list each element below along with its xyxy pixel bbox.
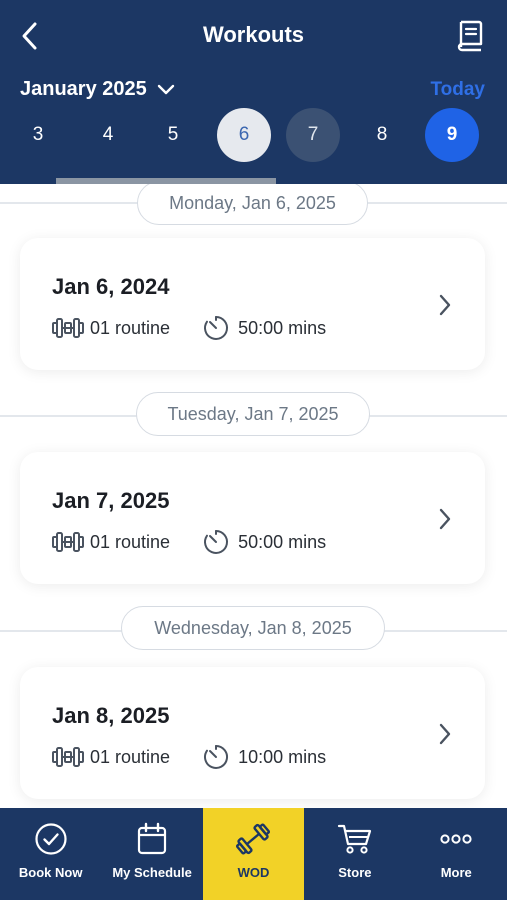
workout-card[interactable]: Jan 7, 2025 01 routine 50:00 mins [20,452,485,584]
cart-icon [336,820,374,858]
date-header-pill: Tuesday, Jan 7, 2025 [136,392,370,436]
day-9-today[interactable]: 9 [425,108,479,162]
bottom-nav: Book Now My Schedule WOD Store More [0,808,507,900]
routine-count: 01 routine [90,317,171,338]
today-button[interactable]: Today [430,79,485,101]
nav-label: Store [338,865,372,880]
page-title: Workouts [202,22,305,47]
day-5[interactable]: 5 [146,108,200,162]
nav-more[interactable]: More [406,808,507,900]
nav-store[interactable]: Store [304,808,405,900]
nav-label: My Schedule [112,865,192,880]
dumbbell-icon [52,315,86,341]
dumbbell-icon [234,820,272,858]
calendar-icon [133,820,171,858]
workout-date: Jan 6, 2024 [52,274,170,299]
timer-icon [202,528,232,556]
routine-count: 01 routine [90,746,171,767]
nav-label: WOD [237,865,270,880]
chevron-down-icon [157,84,174,94]
chevron-right-icon [435,292,455,318]
chevron-right-icon [435,721,455,747]
day-4[interactable]: 4 [81,108,135,162]
nav-my-schedule[interactable]: My Schedule [101,808,202,900]
app-header: Workouts January 2025 Today 3 4 5 6 7 8 … [0,0,507,184]
duration: 50:00 mins [238,317,327,338]
nav-book-now[interactable]: Book Now [0,808,101,900]
day-3[interactable]: 3 [11,108,65,162]
timer-icon [202,314,232,342]
workout-date: Jan 7, 2025 [52,488,170,513]
date-header-pill: Wednesday, Jan 8, 2025 [121,606,385,650]
workout-card[interactable]: Jan 6, 2024 01 routine 50:00 mins [20,238,485,370]
dumbbell-icon [52,529,86,555]
workout-date: Jan 8, 2025 [52,703,170,728]
chevron-right-icon [435,506,455,532]
day-8[interactable]: 8 [355,108,409,162]
routine-count: 01 routine [90,531,171,552]
day-strip: 3 4 5 6 7 8 9 [0,108,507,162]
duration: 50:00 mins [238,531,327,552]
month-label: January 2025 [20,78,147,100]
day-6-selected[interactable]: 6 [217,108,271,162]
timer-icon [202,743,232,771]
duration: 10:00 mins [238,746,327,767]
date-header-pill: Monday, Jan 6, 2025 [137,184,368,225]
more-dots-icon [437,820,475,858]
month-selector[interactable]: January 2025 [20,78,175,101]
workout-card[interactable]: Jan 8, 2025 01 routine 10:00 mins [20,667,485,799]
check-circle-icon [32,820,70,858]
workout-list: Monday, Jan 6, 2025 Jan 6, 2024 01 routi… [0,184,507,808]
day-7[interactable]: 7 [286,108,340,162]
nav-wod[interactable]: WOD [202,808,305,900]
log-book-button[interactable] [453,16,489,56]
dumbbell-icon [52,744,86,770]
book-icon [457,20,483,52]
nav-label: Book Now [18,865,83,880]
nav-label: More [440,865,472,880]
